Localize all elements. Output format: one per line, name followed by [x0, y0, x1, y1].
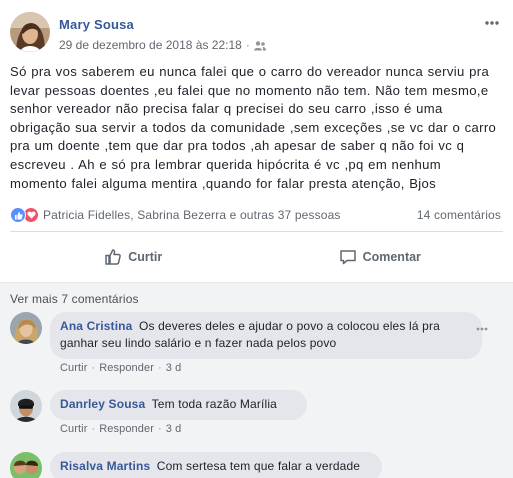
comment-reply-link[interactable]: Responder	[99, 423, 154, 435]
reactions-bar: Patricia Fidelles, Sabrina Bezerra e out…	[10, 205, 501, 225]
comment-item: Ana Cristina Os deveres deles e ajudar o…	[10, 312, 503, 392]
facebook-post-card: Mary Sousa 29 de dezembro de 2018 às 22:…	[0, 0, 513, 478]
post-text-line: levar pessoas doentes ,eu falei que no m…	[10, 82, 489, 98]
comment-reply-link[interactable]: Responder	[99, 362, 154, 374]
comment-time-link[interactable]: 3 d	[166, 362, 182, 374]
commenter-name[interactable]: Danrley Sousa	[60, 397, 145, 411]
comment-button[interactable]: Comentar	[257, 240, 504, 274]
reaction-icons[interactable]	[10, 207, 39, 223]
author-avatar[interactable]	[10, 12, 50, 52]
more-options-icon[interactable]	[483, 14, 501, 32]
comment-item: Danrley Sousa Tem toda razão Marília Cur…	[10, 390, 503, 450]
comment-options-icon[interactable]	[473, 324, 491, 334]
comments-section: Ver mais 7 comentários Ana Cristina Os d…	[0, 282, 513, 478]
comment-bubble: Ana Cristina Os deveres deles e ajudar o…	[50, 312, 482, 359]
comment-actions: Curtir · Responder · 3 d	[60, 423, 182, 435]
comment-like-link[interactable]: Curtir	[60, 423, 88, 435]
friends-icon[interactable]	[253, 40, 266, 51]
thumbs-up-icon	[105, 249, 122, 265]
view-more-comments-link[interactable]: Ver mais 7 comentários	[10, 292, 139, 306]
like-icon	[10, 207, 26, 223]
post-timestamp[interactable]: 29 de dezembro de 2018 às 22:18	[59, 38, 242, 52]
post-meta: 29 de dezembro de 2018 às 22:18 ·	[59, 38, 266, 52]
post-text-line: senhor vereador não precisa falar q prec…	[10, 101, 443, 117]
meta-separator: ·	[245, 38, 250, 52]
divider	[0, 282, 513, 283]
commenter-name[interactable]: Risalva Martins	[60, 459, 150, 473]
post-text-line: momento falei alguma mentira ,quando for…	[10, 175, 437, 191]
divider	[10, 231, 503, 232]
post-text-line: obrigação sua servir a todos da comunida…	[10, 119, 497, 135]
commenter-avatar[interactable]	[10, 452, 42, 478]
comment-count-link[interactable]: 14 comentários	[417, 208, 501, 222]
post-actions: Curtir Comentar	[10, 240, 503, 274]
like-button[interactable]: Curtir	[10, 240, 257, 274]
comment-actions: Curtir · Responder · 3 d	[60, 362, 182, 374]
reaction-names-link[interactable]: Patricia Fidelles, Sabrina Bezerra e out…	[43, 208, 411, 222]
comment-text: Com sertesa tem que falar a verdade	[156, 459, 361, 473]
comment-like-link[interactable]: Curtir	[60, 362, 88, 374]
comment-time-link[interactable]: 3 d	[166, 423, 182, 435]
commenter-avatar[interactable]	[10, 312, 42, 344]
comment-item: Risalva Martins Com sertesa tem que fala…	[10, 452, 503, 478]
comment-button-label: Comentar	[362, 250, 421, 264]
comment-icon	[339, 250, 356, 265]
post-author-name[interactable]: Mary Sousa	[59, 17, 134, 32]
post-text-line: escreveu . Ah e só pra lembrar querida h…	[10, 156, 441, 172]
post-text: Só pra vos saberem eu nunca falei que o …	[10, 63, 502, 193]
comment-text: Tem toda razão Marília	[151, 397, 277, 411]
post-text-line: Só pra vos saberem eu nunca falei que o …	[10, 64, 490, 79]
commenter-name[interactable]: Ana Cristina	[60, 319, 132, 333]
comment-bubble: Risalva Martins Com sertesa tem que fala…	[50, 452, 382, 478]
commenter-avatar[interactable]	[10, 390, 42, 422]
comment-bubble: Danrley Sousa Tem toda razão Marília	[50, 390, 307, 420]
post-header: Mary Sousa 29 de dezembro de 2018 às 22:…	[10, 12, 503, 58]
like-button-label: Curtir	[128, 250, 163, 264]
post-text-line: pra um doente ,tem que dar pra todos ,ah…	[10, 138, 465, 154]
